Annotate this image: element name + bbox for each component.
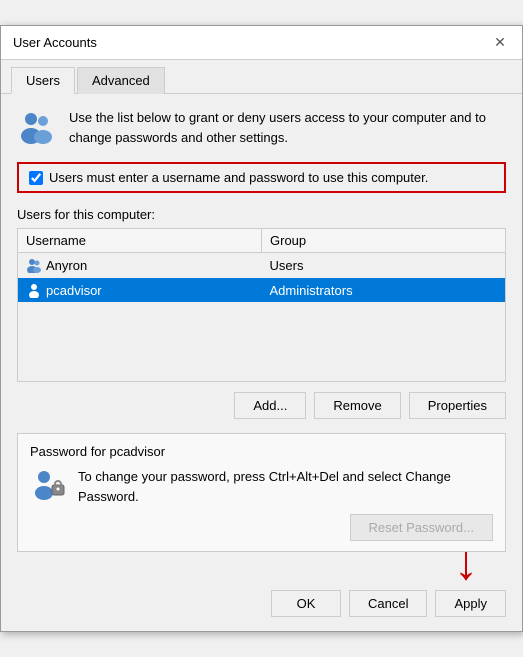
users-section: Users for this computer: Username Group	[17, 207, 506, 382]
checkbox-label[interactable]: Users must enter a username and password…	[49, 170, 428, 185]
properties-button[interactable]: Properties	[409, 392, 506, 419]
password-icon	[30, 467, 66, 506]
apply-button[interactable]: Apply	[435, 590, 506, 617]
tab-users[interactable]: Users	[11, 67, 75, 94]
apply-container: Apply ↓	[435, 590, 506, 617]
column-group: Group	[262, 229, 505, 252]
users-section-title: Users for this computer:	[17, 207, 506, 222]
cell-group-anyron: Users	[262, 253, 506, 277]
user-row-icon-selected	[26, 282, 42, 298]
dialog-footer: OK Cancel Apply ↓	[1, 582, 522, 631]
reset-password-row: Reset Password...	[30, 514, 493, 541]
user-action-buttons: Add... Remove Properties	[17, 392, 506, 419]
dialog-title: User Accounts	[13, 35, 97, 50]
tab-advanced[interactable]: Advanced	[77, 67, 165, 94]
info-section: Use the list below to grant or deny user…	[17, 108, 506, 148]
add-button[interactable]: Add...	[234, 392, 306, 419]
cell-username-pcadvisor: pcadvisor	[18, 278, 262, 302]
users-must-enter-checkbox[interactable]	[29, 171, 43, 185]
close-button[interactable]: ✕	[490, 33, 510, 53]
password-text: To change your password, press Ctrl+Alt+…	[78, 467, 493, 506]
content-area: Use the list below to grant or deny user…	[1, 94, 522, 582]
tabs-container: Users Advanced	[1, 60, 522, 94]
info-text: Use the list below to grant or deny user…	[69, 108, 506, 147]
cell-group-pcadvisor: Administrators	[262, 278, 506, 302]
user-accounts-dialog: User Accounts ✕ Users Advanced Use the l	[0, 25, 523, 632]
title-bar: User Accounts ✕	[1, 26, 522, 60]
users-icon	[17, 108, 57, 148]
remove-button[interactable]: Remove	[314, 392, 400, 419]
table-row[interactable]: pcadvisor Administrators	[18, 278, 505, 303]
users-table: Anyron Users pcadvisor	[17, 252, 506, 382]
reset-password-button[interactable]: Reset Password...	[350, 514, 494, 541]
column-username: Username	[18, 229, 262, 252]
checkbox-section: Users must enter a username and password…	[17, 162, 506, 193]
ok-button[interactable]: OK	[271, 590, 341, 617]
table-row[interactable]: Anyron Users	[18, 253, 505, 278]
user-row-icon	[26, 257, 42, 273]
password-section: Password for pcadvisor To change your pa…	[17, 433, 506, 552]
table-header: Username Group	[17, 228, 506, 252]
password-content: To change your password, press Ctrl+Alt+…	[30, 467, 493, 506]
cell-username-anyron: Anyron	[18, 253, 262, 277]
password-section-title: Password for pcadvisor	[30, 444, 493, 459]
cancel-button[interactable]: Cancel	[349, 590, 427, 617]
